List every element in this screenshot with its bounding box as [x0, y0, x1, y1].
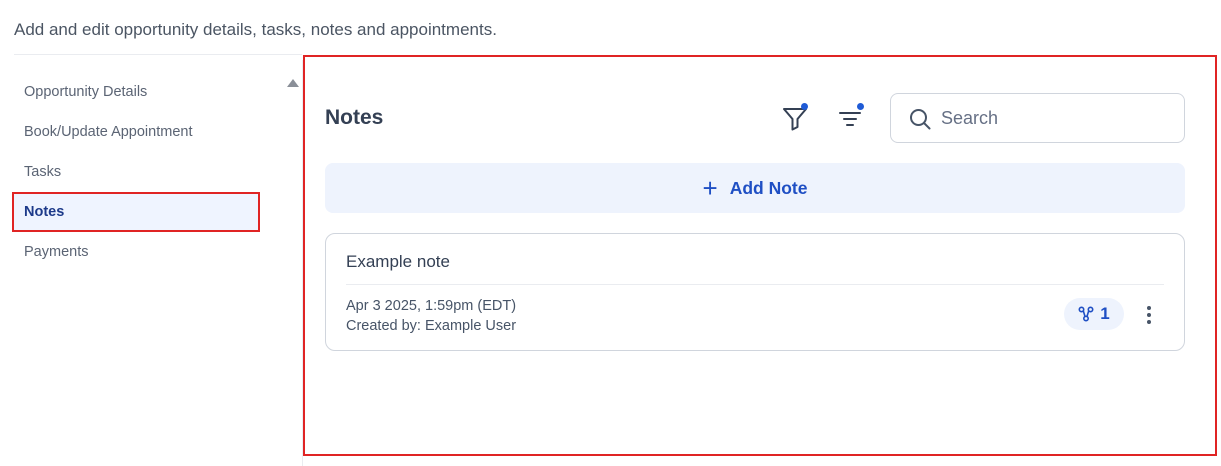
add-note-label: Add Note — [729, 177, 808, 198]
sidebar-item-opportunity-details[interactable]: Opportunity Details — [12, 72, 260, 112]
add-note-button[interactable]: + Add Note — [325, 163, 1185, 213]
sidebar-item-tasks[interactable]: Tasks — [12, 152, 260, 192]
sort-button[interactable] — [834, 101, 866, 133]
association-count: 1 — [1100, 304, 1110, 323]
note-card[interactable]: Example note Apr 3 2025, 1:59pm (EDT) Cr… — [325, 233, 1185, 351]
search-box[interactable] — [890, 93, 1185, 143]
more-options-button[interactable] — [1138, 302, 1160, 328]
filter-button[interactable] — [779, 101, 811, 133]
search-input[interactable] — [941, 104, 1171, 132]
association-badge[interactable]: 1 — [1064, 298, 1124, 330]
sidebar-item-book-appointment[interactable]: Book/Update Appointment — [12, 112, 260, 152]
scroll-up-icon[interactable] — [287, 79, 299, 87]
divider — [346, 284, 1164, 285]
page-subtitle: Add and edit opportunity details, tasks,… — [14, 20, 497, 39]
filter-active-indicator — [801, 103, 808, 110]
note-meta: Apr 3 2025, 1:59pm (EDT) Created by: Exa… — [346, 296, 516, 336]
sidebar-item-notes[interactable]: Notes — [12, 192, 260, 232]
notes-panel: Notes + Add Note — [303, 55, 1217, 456]
note-author: Created by: Example User — [346, 318, 517, 334]
sidebar: Opportunity Details Book/Update Appointm… — [12, 72, 260, 272]
divider — [14, 54, 302, 55]
search-icon — [910, 109, 931, 130]
more-vertical-icon — [1147, 306, 1151, 310]
association-icon — [1078, 306, 1094, 322]
sidebar-item-payments[interactable]: Payments — [12, 232, 260, 272]
panel-title: Notes — [325, 106, 384, 129]
plus-icon: + — [702, 173, 718, 203]
opportunity-page: Add and edit opportunity details, tasks,… — [0, 0, 1221, 466]
note-date: Apr 3 2025, 1:59pm (EDT) — [346, 298, 517, 314]
note-title: Example note — [346, 252, 450, 271]
sort-active-indicator — [857, 103, 864, 110]
